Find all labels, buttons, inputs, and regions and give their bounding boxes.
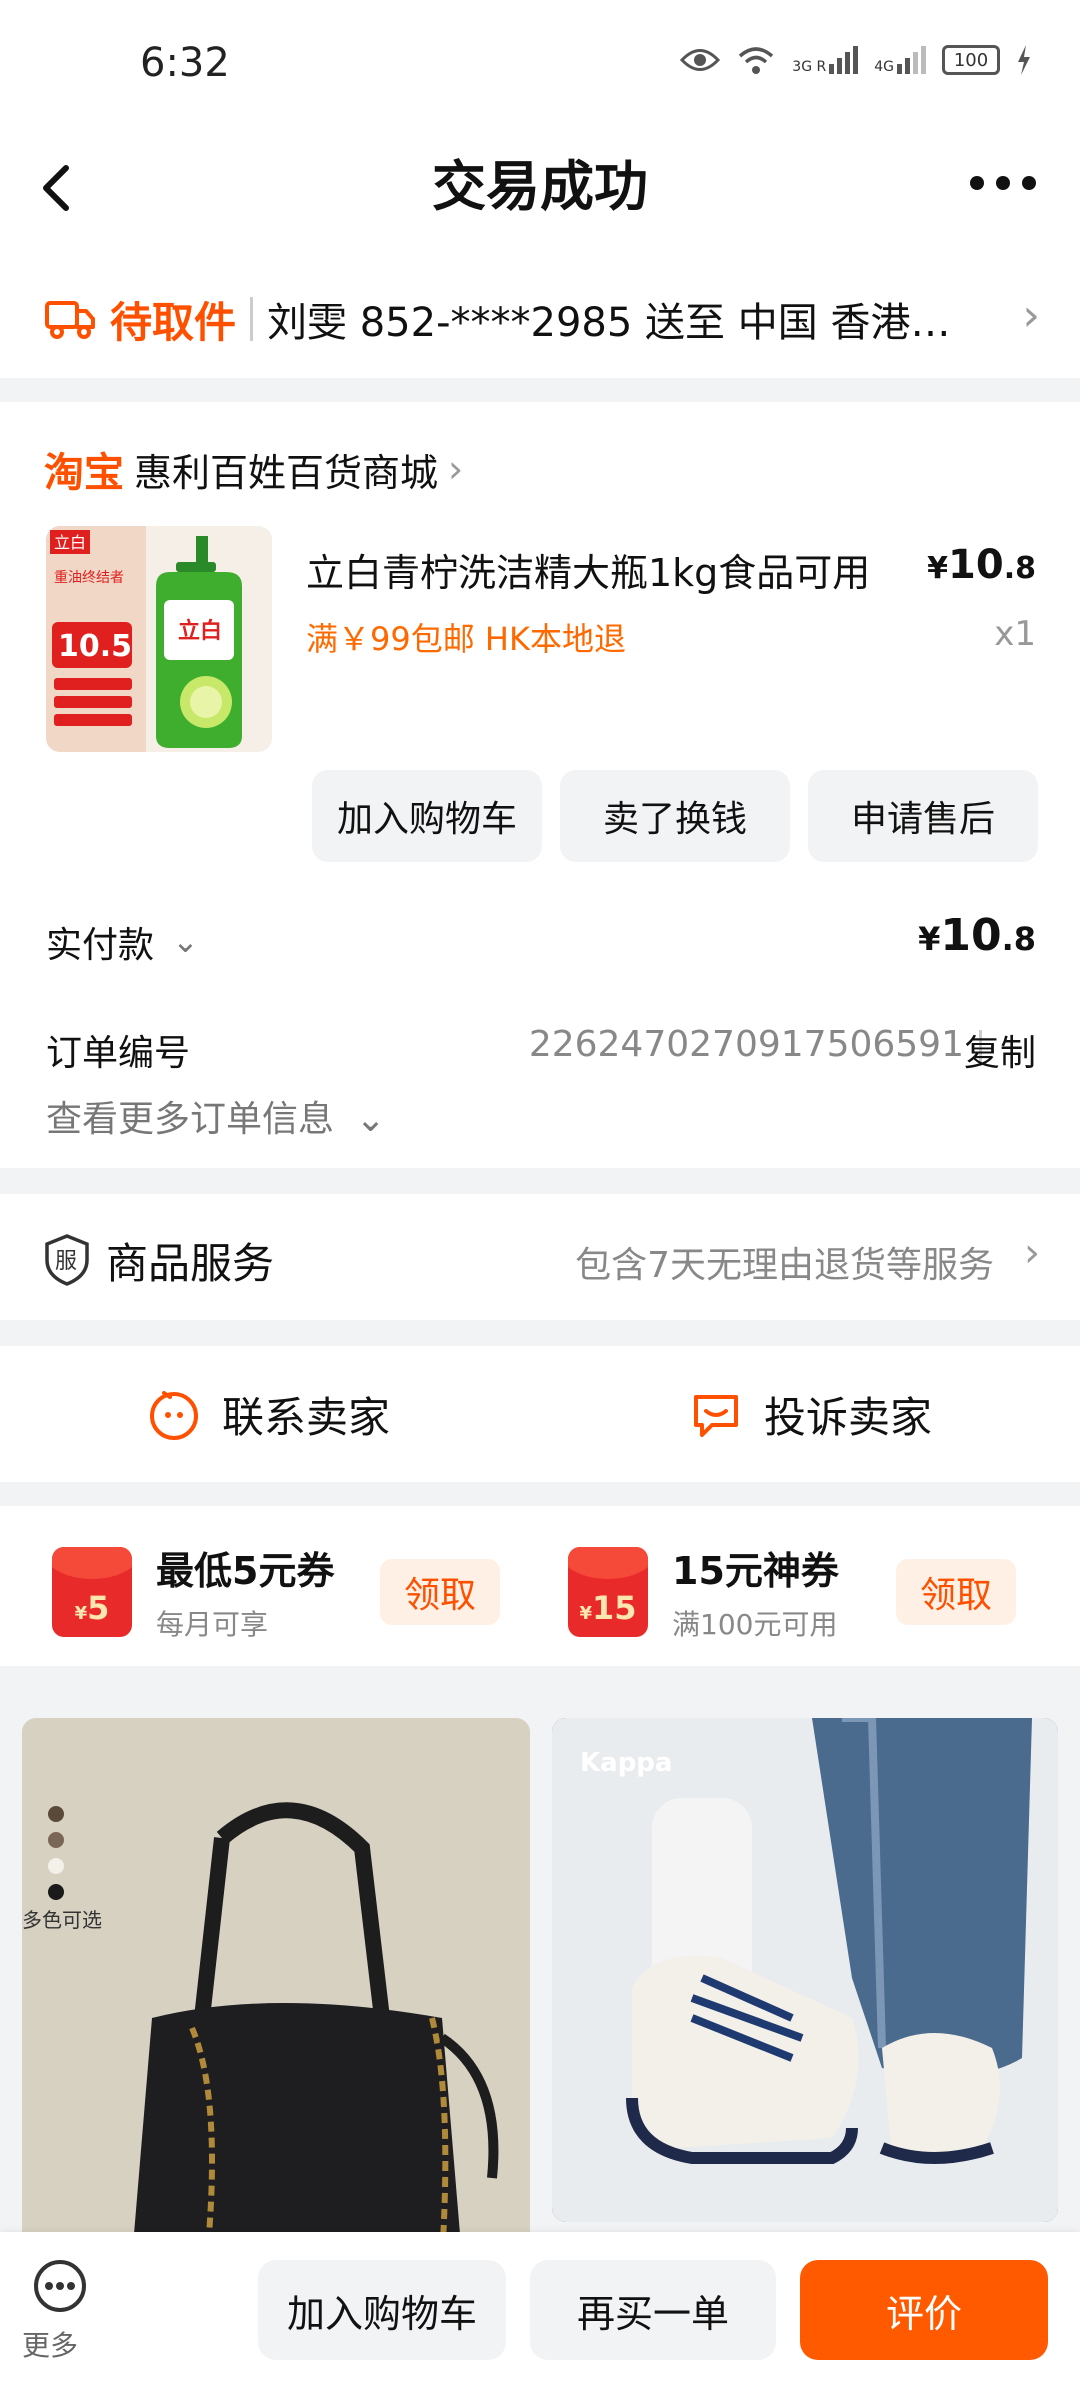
shield-icon: 服: [45, 1234, 89, 1286]
chevron-right-icon: ›: [448, 447, 464, 491]
service-row[interactable]: 服 商品服务 包含7天无理由退货等服务 ›: [0, 1194, 1080, 1320]
network-label-1: 3G R: [792, 59, 827, 75]
battery-icon: 100: [942, 45, 1000, 75]
service-icon-text: 服: [55, 1249, 77, 1274]
message-icon: [694, 1394, 738, 1437]
product-thumbnail[interactable]: 立白 重油终结者 10.5 立白: [46, 526, 272, 752]
copy-button[interactable]: 复制: [964, 1024, 1036, 1076]
product-name[interactable]: 立白青柠洗洁精大瓶1kg食品可用: [306, 542, 870, 597]
header: 交易成功: [0, 120, 1080, 260]
product-tags: 满￥99包邮 HK本地退: [306, 620, 626, 658]
coupon-row: ¥5 最低5元券 每月可享 领取 ¥15 15元神券 满100元可用 领取: [0, 1506, 1080, 1666]
claim-coupon-button[interactable]: 领取: [380, 1558, 500, 1625]
bag-image: [132, 1802, 499, 2258]
review-button[interactable]: 评价: [800, 2260, 1048, 2360]
thumb-badge: 10.5: [58, 629, 132, 664]
coupon-subtitle: 每月可享: [156, 1608, 269, 1641]
shop-name: 惠利百姓百货商城: [134, 450, 439, 495]
delivery-address: 刘雯 852-****2985 送至 中国 香港…: [267, 300, 951, 346]
thumb-brand: 立白: [54, 533, 86, 552]
truck-icon: [45, 301, 95, 339]
paid-amount-label[interactable]: 实付款: [46, 916, 154, 968]
coupon-subtitle: 满100元可用: [672, 1608, 838, 1641]
coupon-amount: 15: [592, 1588, 637, 1627]
divider: [250, 297, 254, 341]
red-envelope-icon: ¥15: [568, 1546, 648, 1637]
complain-seller-button[interactable]: 投诉卖家: [690, 1384, 932, 1445]
service-title: 商品服务: [106, 1239, 275, 1288]
claim-coupon-button[interactable]: 领取: [896, 1558, 1016, 1625]
status-time: 6:32: [140, 40, 230, 86]
contact-seller-label: 联系卖家: [222, 1393, 391, 1442]
battery-level: 100: [953, 49, 989, 71]
delivery-status: 待取件: [110, 297, 237, 347]
thumb-slogan: 重油终结者: [54, 570, 124, 586]
more-options-icon[interactable]: [970, 176, 1036, 190]
shoes-image: [552, 1718, 1058, 2222]
more-icon[interactable]: [32, 2258, 88, 2314]
add-to-cart-bottom-button[interactable]: 加入购物车: [258, 2260, 506, 2360]
signal-3g: 3G R: [792, 46, 859, 75]
product-price: ¥10.8: [927, 542, 1036, 588]
wifi-icon: [739, 47, 774, 74]
coupon-card: ¥15 15元神券 满100元可用 领取: [568, 1540, 1016, 1643]
paid-amount: ¥10.8: [918, 910, 1036, 961]
status-bar: 6:32 3G R 4G 100: [0, 0, 1080, 120]
coupon-title: 15元神券: [672, 1549, 839, 1593]
coupon-title: 最低5元券: [156, 1549, 335, 1593]
chevron-down-icon[interactable]: ⌄: [172, 922, 199, 960]
buy-again-button[interactable]: 再买一单: [530, 2260, 776, 2360]
bottom-action-bar: 更多 加入购物车 再买一单 评价: [0, 2232, 1080, 2400]
resell-button[interactable]: 卖了换钱: [560, 770, 790, 862]
kappa-logo: Kappa: [580, 1748, 673, 1778]
more-order-info-label: 查看更多订单信息: [46, 1099, 335, 1140]
chat-face-icon: [150, 1390, 198, 1440]
more-label[interactable]: 更多: [22, 2324, 78, 2364]
coupon-amount: 5: [87, 1588, 110, 1627]
complain-seller-label: 投诉卖家: [764, 1393, 933, 1442]
service-description: 包含7天无理由退货等服务: [575, 1245, 994, 1286]
contact-seller-button[interactable]: 联系卖家: [148, 1384, 390, 1445]
more-order-info-toggle[interactable]: 查看更多订单信息 ⌄: [46, 1090, 386, 1142]
chevron-down-icon: ⌄: [355, 1099, 386, 1140]
order-number: 2262470270917506591: [528, 1024, 964, 1065]
product-quantity: x1: [994, 614, 1036, 654]
add-to-cart-button[interactable]: 加入购物车: [312, 770, 542, 862]
charging-icon: [1018, 45, 1030, 75]
order-card: 淘宝 惠利百姓百货商城 › 立白 重油终结者 10.5 立白 立白青柠洗洁精大瓶…: [0, 402, 1080, 1168]
delivery-status-row[interactable]: 待取件 刘雯 852-****2985 送至 中国 香港…: [0, 260, 1080, 378]
shop-row[interactable]: 淘宝 惠利百姓百货商城 ›: [44, 440, 463, 498]
status-icons: 3G R 4G 100: [680, 44, 1032, 76]
network-label-2: 4G: [874, 59, 894, 75]
contact-row: 联系卖家 投诉卖家: [0, 1346, 1080, 1482]
red-envelope-icon: ¥5: [52, 1546, 132, 1637]
order-number-label: 订单编号: [46, 1033, 191, 1074]
after-sales-button[interactable]: 申请售后: [808, 770, 1038, 862]
svg-text:立白: 立白: [178, 618, 222, 644]
chevron-right-icon: ›: [1022, 290, 1040, 341]
recommendation-card-bag[interactable]: 多色可选: [22, 1718, 530, 2258]
chevron-right-icon: ›: [1024, 1230, 1040, 1276]
eye-icon: [680, 49, 721, 71]
coupon-card: ¥5 最低5元券 每月可享 领取: [52, 1540, 500, 1643]
signal-4g: 4G: [874, 46, 926, 74]
taobao-logo: 淘宝: [44, 450, 124, 496]
page-title: 交易成功: [432, 155, 648, 218]
recommendation-card-shoes[interactable]: Kappa: [552, 1718, 1058, 2222]
